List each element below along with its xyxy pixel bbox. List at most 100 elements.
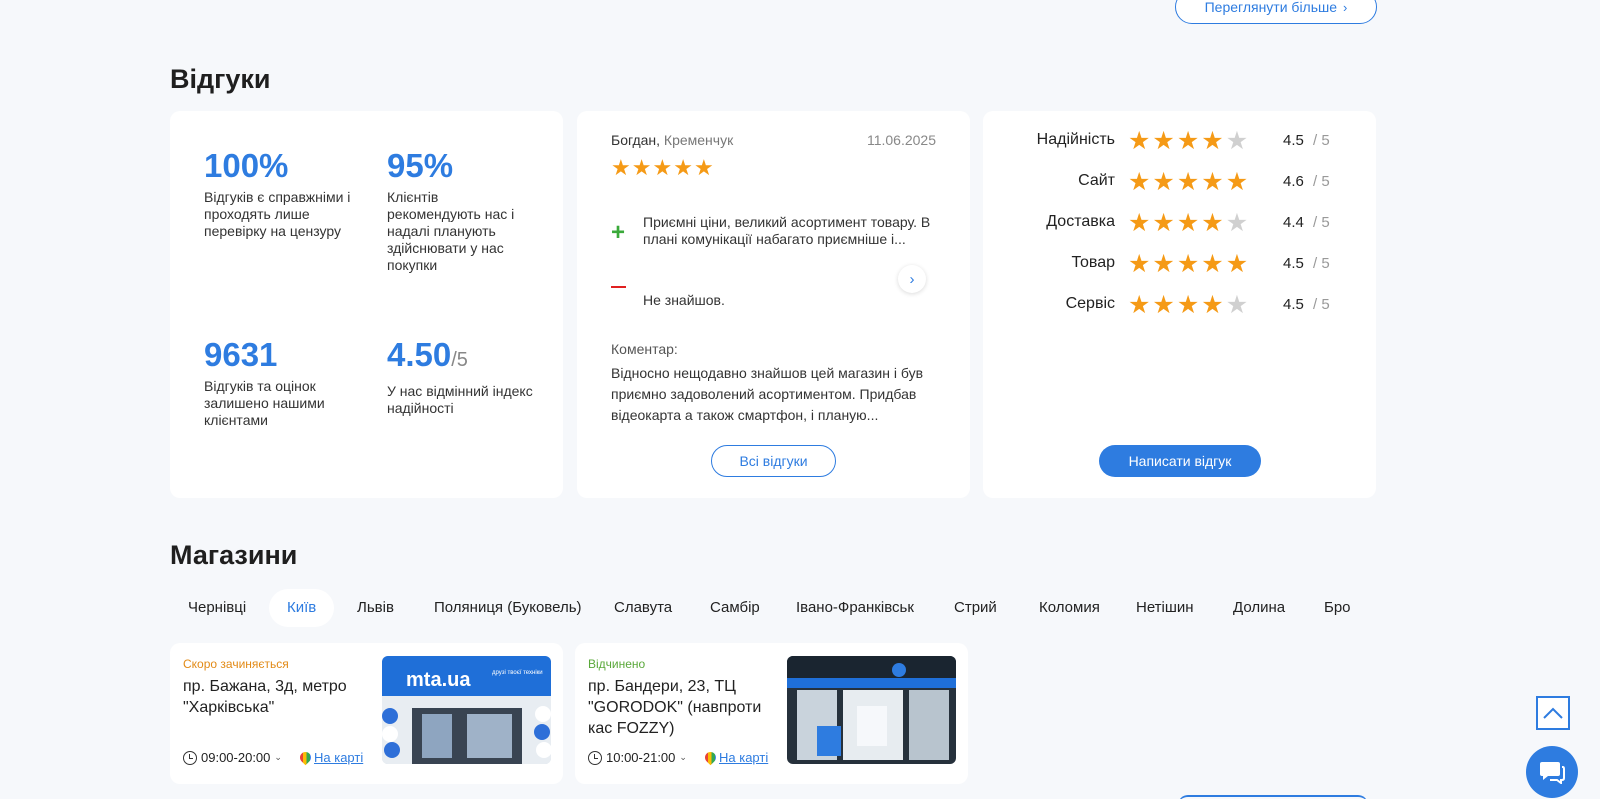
city-tab[interactable]: Чернівці xyxy=(170,589,264,627)
rating-stars: ★★★★★ xyxy=(1128,208,1250,238)
chat-button[interactable] xyxy=(1526,746,1578,798)
rating-row: Товар ★★★★★ 4.5/ 5 xyxy=(983,248,1376,278)
star-icon: ★ xyxy=(673,155,694,180)
rating-row: Доставка ★★★★★ 4.4/ 5 xyxy=(983,207,1376,237)
rating-stars: ★★★★★ xyxy=(1128,249,1250,279)
star-icon: ★ xyxy=(1225,209,1251,237)
review-pros: Приємні ціни, великий асортимент товару.… xyxy=(643,214,931,247)
star-icon: ★ xyxy=(1152,209,1177,237)
shop-hours-text: 09:00-20:00 xyxy=(201,750,271,765)
chevron-right-icon: › xyxy=(1343,0,1348,15)
shop-sign-text: mta.ua xyxy=(406,669,471,691)
review-stars: ★★★★★ xyxy=(611,155,715,181)
city-tab[interactable]: Долина xyxy=(1215,589,1303,627)
shop-map-link[interactable]: На карті xyxy=(702,749,768,766)
shops-title: Магазини xyxy=(170,540,298,570)
rating-max: / 5 xyxy=(1313,255,1330,272)
shop-hours[interactable]: 09:00-20:00 ⌄ xyxy=(183,750,282,765)
minus-icon xyxy=(611,286,626,288)
city-tab[interactable]: Івано-Франківськ xyxy=(778,589,932,627)
review-author-city: Кременчук xyxy=(663,132,734,148)
stat-genuine: 100% Відгуків є справжніми і проходять л… xyxy=(204,147,354,240)
star-icon: ★ xyxy=(1201,291,1226,319)
star-icon: ★ xyxy=(1176,250,1202,278)
rating-value: 4.6 xyxy=(1283,173,1304,190)
city-tab[interactable]: Львів xyxy=(339,589,412,627)
write-review-button[interactable]: Написати відгук xyxy=(1099,445,1261,477)
star-icon: ★ xyxy=(1128,127,1153,155)
chevron-down-icon: ⌄ xyxy=(679,752,687,762)
city-tab[interactable]: Нетішин xyxy=(1118,589,1212,627)
shop-card[interactable]: Відчинено пр. Бандери, 23, ТЦ "GORODOK" … xyxy=(575,643,968,784)
ratings-card: Надійність ★★★★★ 4.5/ 5 Сайт ★★★★★ 4.6/ 5 Дост… xyxy=(983,111,1376,498)
comment-text: Відносно нещодавно знайшов цей магазин і… xyxy=(611,365,924,423)
rating-row: Надійність ★★★★★ 4.5 / 5 xyxy=(983,125,1376,155)
shop-address: пр. Бажана, 3д, метро "Харківська" xyxy=(183,678,347,716)
shop-photo xyxy=(787,656,956,764)
star-icon: ★ xyxy=(1176,168,1202,196)
rating-label: Сервіс xyxy=(1065,295,1115,312)
rating-label: Надійність xyxy=(1036,131,1115,148)
shop-photo: mta.ua друзі твоєї техніки xyxy=(382,656,551,764)
clock-icon xyxy=(183,750,197,765)
rating-stars: ★★★★★ xyxy=(1128,126,1250,156)
shop-sign-subtext: друзі твоєї техніки xyxy=(492,670,543,676)
stat-count: 9631 Відгуків та оцінок залишено нашими … xyxy=(204,336,354,429)
rating-value: 4.5 xyxy=(1283,132,1304,149)
city-tab[interactable]: Стрий xyxy=(936,589,1015,627)
review-author: Богдан, Кременчук xyxy=(611,132,733,148)
star-icon: ★ xyxy=(1176,209,1202,237)
star-icon: ★ xyxy=(1201,250,1226,278)
rating-max: / 5 xyxy=(1313,173,1330,190)
rating-max: / 5 xyxy=(1313,296,1330,313)
star-icon: ★ xyxy=(1225,168,1251,196)
star-icon: ★ xyxy=(1152,127,1177,155)
rating-row: Сервіс ★★★★★ 4.5/ 5 xyxy=(983,289,1376,319)
bottom-button-partial[interactable] xyxy=(1178,795,1368,799)
city-tab[interactable]: Коломия xyxy=(1021,589,1118,627)
city-tab[interactable]: Поляниця (Буковель) xyxy=(416,589,600,627)
stat-desc: У нас відмінний індекс надійності xyxy=(387,383,533,416)
see-more-label: Переглянути більше xyxy=(1204,0,1338,15)
review-stats-card: 100% Відгуків є справжніми і проходять л… xyxy=(170,111,563,498)
see-more-button[interactable]: Переглянути більше › xyxy=(1175,0,1377,24)
shop-status: Скоро зачиняється xyxy=(183,657,289,671)
shop-status: Відчинено xyxy=(588,657,646,671)
stat-suffix: /5 xyxy=(451,349,468,371)
city-tab[interactable]: Бро xyxy=(1306,589,1369,627)
map-link-label: На карті xyxy=(314,750,364,765)
review-date: 11.06.2025 xyxy=(866,132,936,148)
shop-map-link[interactable]: На карті xyxy=(297,749,364,766)
shop-hours[interactable]: 10:00-21:00 ⌄ xyxy=(588,750,687,765)
city-tab[interactable]: Самбір xyxy=(692,589,778,627)
reviews-title: Відгуки xyxy=(170,64,271,94)
scroll-to-top-button[interactable] xyxy=(1536,696,1570,730)
star-icon: ★ xyxy=(1128,291,1153,319)
plus-icon: + xyxy=(611,219,626,246)
star-icon: ★ xyxy=(1128,250,1153,278)
star-icon: ★ xyxy=(693,155,715,180)
all-reviews-button[interactable]: Всі відгуки xyxy=(711,445,836,477)
stat-value: 100% xyxy=(204,147,289,184)
shop-address: пр. Бандери, 23, ТЦ "GORODOK" (навпроти … xyxy=(588,678,762,737)
star-icon: ★ xyxy=(1201,168,1226,196)
city-tab[interactable]: Славута xyxy=(596,589,690,627)
rating-max: / 5 xyxy=(1313,132,1330,149)
next-review-button[interactable]: › xyxy=(898,265,926,293)
city-tab[interactable]: Київ xyxy=(269,589,335,627)
rating-value: 4.5 xyxy=(1283,296,1304,313)
stat-value: 9631 xyxy=(204,336,278,373)
review-author-name: Богдан, xyxy=(611,132,661,148)
arrow-up-icon xyxy=(1543,707,1563,719)
shop-card[interactable]: Скоро зачиняється пр. Бажана, 3д, метро … xyxy=(170,643,563,784)
star-icon: ★ xyxy=(1225,250,1251,278)
star-icon: ★ xyxy=(1201,127,1226,155)
rating-value: 4.5 xyxy=(1283,255,1304,272)
stat-value: 95% xyxy=(387,147,454,184)
chevron-down-icon: ⌄ xyxy=(274,752,282,762)
stat-index: 4.50/5 У нас відмінний індекс надійності xyxy=(387,336,537,417)
rating-label: Доставка xyxy=(1046,213,1115,230)
chat-icon xyxy=(1540,762,1565,784)
rating-stars: ★★★★★ xyxy=(1128,167,1250,197)
rating-label: Сайт xyxy=(1078,172,1115,189)
